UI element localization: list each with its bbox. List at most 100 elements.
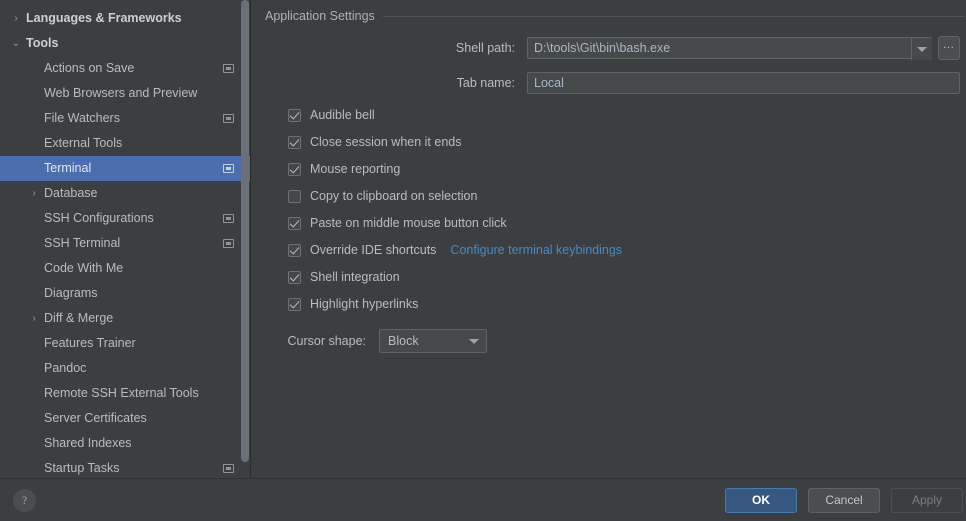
- question-mark-icon: ?: [21, 493, 28, 507]
- sidebar-item-ssh-configurations[interactable]: SSH Configurations: [0, 206, 250, 231]
- checkbox-close-session-when-it-ends[interactable]: Close session when it ends: [288, 133, 461, 151]
- settings-sync-icon: [223, 464, 234, 473]
- settings-sync-icon: [223, 239, 234, 248]
- tab-name-value: Local: [534, 76, 564, 90]
- chevron-right-icon[interactable]: ›: [10, 6, 22, 31]
- sidebar-item-label: Web Browsers and Preview: [44, 86, 198, 100]
- apply-button: Apply: [891, 488, 963, 513]
- sidebar-scrollbar-thumb[interactable]: [241, 0, 249, 462]
- checkbox-highlight-hyperlinks[interactable]: Highlight hyperlinks: [288, 295, 418, 313]
- checkbox-paste-on-middle-mouse-button-click[interactable]: Paste on middle mouse button click: [288, 214, 507, 232]
- settings-sync-icon: [223, 214, 234, 223]
- sidebar-item-label: Diagrams: [44, 286, 98, 300]
- checkbox-label: Audible bell: [310, 108, 375, 122]
- sidebar-item-shared-indexes[interactable]: Shared Indexes: [0, 431, 250, 456]
- chevron-down-icon: [917, 46, 927, 52]
- section-separator-line: [382, 15, 965, 17]
- application-settings-section-header: Application Settings: [265, 8, 965, 24]
- chevron-down-icon: [469, 338, 479, 344]
- sidebar-item-label: Server Certificates: [44, 411, 147, 425]
- shell-path-input[interactable]: D:\tools\Git\bin\bash.exe: [527, 37, 932, 59]
- sidebar-item-database[interactable]: › Database: [0, 181, 250, 206]
- checkbox-unchecked-icon[interactable]: [288, 189, 301, 203]
- cursor-shape-label: Cursor shape:: [287, 334, 366, 348]
- sidebar-item-web-browsers-and-preview[interactable]: Web Browsers and Preview: [0, 81, 250, 106]
- section-title: Application Settings: [265, 9, 375, 23]
- terminal-settings-panel: Application Settings Shell path: D:\tool…: [251, 0, 966, 478]
- checkbox-checked-icon[interactable]: [288, 297, 301, 311]
- chevron-right-icon[interactable]: ›: [28, 306, 40, 331]
- sidebar-item-remote-ssh-external-tools[interactable]: Remote SSH External Tools: [0, 381, 250, 406]
- sidebar-item-label: SSH Configurations: [44, 211, 154, 225]
- apply-button-label: Apply: [911, 493, 943, 507]
- checkbox-checked-icon[interactable]: [288, 270, 301, 284]
- settings-dialog: › Languages & Frameworks ⌄ Tools Actions on …: [0, 0, 966, 521]
- sidebar-item-terminal[interactable]: Terminal: [0, 156, 250, 181]
- sidebar-item-actions-on-save[interactable]: Actions on Save: [0, 56, 250, 81]
- checkbox-shell-integration[interactable]: Shell integration: [288, 268, 400, 286]
- sidebar-item-label: Languages & Frameworks: [26, 11, 182, 25]
- sidebar-item-pandoc[interactable]: Pandoc: [0, 356, 250, 381]
- cursor-shape-dropdown-button[interactable]: [462, 330, 486, 352]
- checkbox-label: Close session when it ends: [310, 135, 462, 149]
- checkbox-label: Paste on middle mouse button click: [310, 216, 507, 230]
- settings-sync-icon: [223, 114, 234, 123]
- sidebar-item-label: Remote SSH External Tools: [44, 386, 199, 400]
- checkbox-copy-to-clipboard-on-selection[interactable]: Copy to clipboard on selection: [288, 187, 477, 205]
- settings-sync-icon: [223, 64, 234, 73]
- cursor-shape-value: Block: [388, 334, 419, 348]
- ok-button[interactable]: OK: [725, 488, 797, 513]
- configure-terminal-keybindings-link[interactable]: Configure terminal keybindings: [450, 243, 622, 257]
- sidebar-item-label: SSH Terminal: [44, 236, 121, 250]
- sidebar-item-external-tools[interactable]: External Tools: [0, 131, 250, 156]
- checkbox-label: Copy to clipboard on selection: [310, 189, 478, 203]
- checkbox-override-ide-shortcuts[interactable]: Override IDE shortcuts Configure terminal…: [288, 241, 622, 259]
- sidebar-item-label: Code With Me: [44, 261, 124, 275]
- sidebar-item-label: Features Trainer: [44, 336, 136, 350]
- shell-path-browse-button[interactable]: …: [938, 36, 960, 60]
- ok-button-label: OK: [752, 493, 770, 507]
- checkbox-mouse-reporting[interactable]: Mouse reporting: [288, 160, 400, 178]
- checkbox-checked-icon[interactable]: [288, 216, 301, 230]
- checkbox-checked-icon[interactable]: [288, 108, 301, 122]
- cancel-button-label: Cancel: [825, 493, 863, 507]
- checkbox-label: Shell integration: [310, 270, 400, 284]
- sidebar-item-startup-tasks[interactable]: Startup Tasks: [0, 456, 250, 478]
- checkbox-label: Override IDE shortcuts: [310, 243, 437, 257]
- sidebar-item-label: Shared Indexes: [44, 436, 132, 450]
- tab-name-label: Tab name:: [456, 76, 515, 90]
- sidebar-item-label: Tools: [26, 36, 59, 50]
- tab-name-input[interactable]: Local: [527, 72, 960, 94]
- sidebar-item-tools[interactable]: ⌄ Tools: [0, 31, 250, 56]
- chevron-right-icon[interactable]: ›: [28, 181, 40, 206]
- sidebar-item-languages-frameworks[interactable]: › Languages & Frameworks: [0, 6, 250, 31]
- sidebar-item-code-with-me[interactable]: Code With Me: [0, 256, 250, 281]
- cursor-shape-select[interactable]: Block: [379, 329, 487, 353]
- sidebar-item-file-watchers[interactable]: File Watchers: [0, 106, 250, 131]
- sidebar-item-label: Database: [44, 186, 98, 200]
- checkbox-checked-icon[interactable]: [288, 135, 301, 149]
- checkbox-checked-icon[interactable]: [288, 243, 301, 257]
- ellipsis-icon: …: [942, 37, 956, 51]
- shell-path-value: D:\tools\Git\bin\bash.exe: [534, 41, 671, 55]
- sidebar-item-diff-merge[interactable]: › Diff & Merge: [0, 306, 250, 331]
- checkbox-label: Mouse reporting: [310, 162, 401, 176]
- sidebar-item-features-trainer[interactable]: Features Trainer: [0, 331, 250, 356]
- checkbox-label: Highlight hyperlinks: [310, 297, 419, 311]
- settings-category-tree[interactable]: › Languages & Frameworks ⌄ Tools Actions on …: [0, 0, 250, 478]
- sidebar-item-server-certificates[interactable]: Server Certificates: [0, 406, 250, 431]
- checkbox-audible-bell[interactable]: Audible bell: [288, 106, 375, 124]
- sidebar-item-label: External Tools: [44, 136, 123, 150]
- cancel-button[interactable]: Cancel: [808, 488, 880, 513]
- sidebar-item-diagrams[interactable]: Diagrams: [0, 281, 250, 306]
- sidebar-item-label: Actions on Save: [44, 61, 135, 75]
- checkbox-checked-icon[interactable]: [288, 162, 301, 176]
- sidebar-item-label: Diff & Merge: [44, 311, 114, 325]
- shell-path-dropdown-button[interactable]: [911, 38, 932, 60]
- chevron-down-icon[interactable]: ⌄: [10, 31, 22, 56]
- sidebar-item-ssh-terminal[interactable]: SSH Terminal: [0, 231, 250, 256]
- sidebar-item-label: Terminal: [44, 161, 92, 175]
- sidebar-item-label: Startup Tasks: [44, 461, 120, 475]
- help-button[interactable]: ?: [13, 489, 36, 512]
- shell-path-label: Shell path:: [455, 41, 515, 55]
